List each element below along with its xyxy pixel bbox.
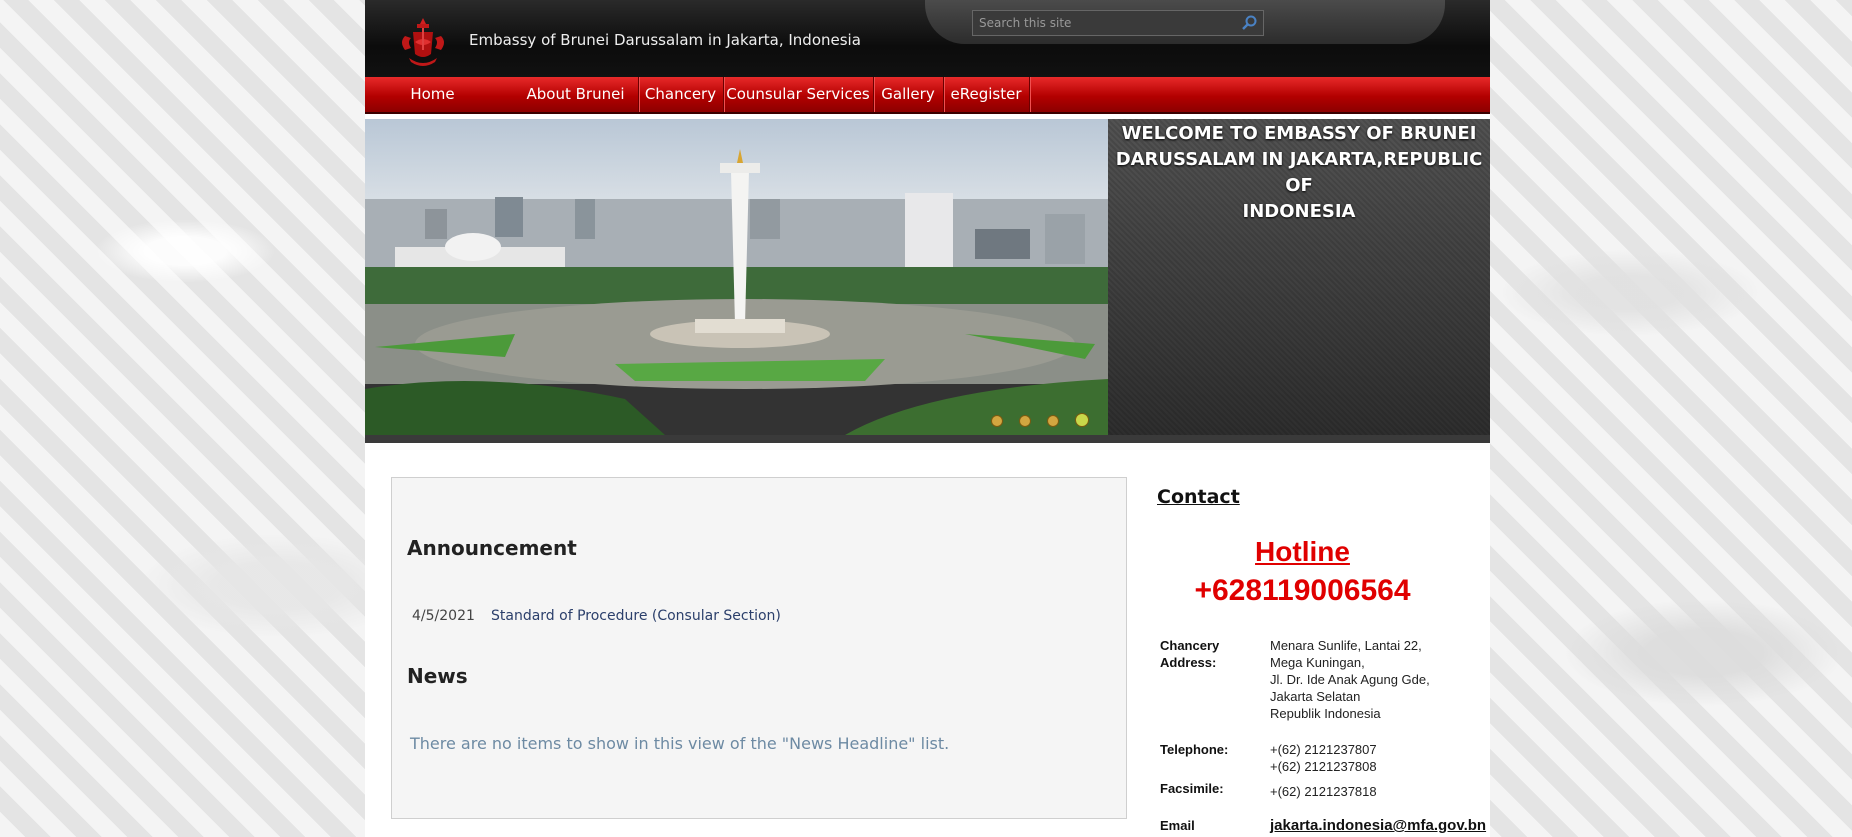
welcome-line-2: DARUSSALAM IN JAKARTA,REPUBLIC OF (1115, 149, 1483, 196)
address-label-line-2: Address: (1160, 655, 1217, 670)
address-line-3: Jl. Dr. Ide Anak Agung Gde, (1270, 672, 1430, 687)
address-label: Chancery Address: (1160, 637, 1219, 671)
site-title: Embassy of Brunei Darussalam in Jakarta,… (469, 31, 861, 49)
page: Embassy of Brunei Darussalam in Jakarta,… (365, 0, 1490, 837)
slide-dot-1[interactable] (991, 415, 1003, 427)
facsimile-value: +(62) 2121237818 (1270, 784, 1377, 799)
address-line-5: Republik Indonesia (1270, 706, 1381, 721)
nav-gallery[interactable]: Gallery (873, 77, 944, 112)
welcome-title: WELCOME TO EMBASSY OF BRUNEI DARUSSALAM … (1108, 121, 1490, 225)
address-line-2: Mega Kuningan, (1270, 655, 1365, 670)
slider-dots (991, 412, 1105, 431)
welcome-line-3: INDONESIA (1242, 201, 1356, 222)
search-input[interactable] (973, 11, 1236, 35)
hotline-label: Hotline (1255, 536, 1350, 567)
address-line-4: Jakarta Selatan (1270, 689, 1361, 704)
telephone-1: +(62) 2121237807 (1270, 742, 1377, 757)
welcome-line-1: WELCOME TO EMBASSY OF BRUNEI (1121, 123, 1477, 144)
email-link[interactable]: jakarta.indonesia@mfa.gov.bn (1270, 817, 1486, 834)
news-empty-message: There are no items to show in this view … (410, 734, 950, 753)
facsimile-label: Facsimile: (1160, 781, 1224, 796)
slide-dot-4[interactable] (1075, 413, 1089, 427)
news-heading: News (407, 664, 468, 688)
jakarta-monument-photo[interactable] (365, 119, 1108, 435)
address-label-line-1: Chancery (1160, 638, 1220, 653)
nav-eregister[interactable]: eRegister (943, 77, 1030, 112)
address-value: Menara Sunlife, Lantai 22, Mega Kuningan… (1270, 637, 1430, 722)
nav-about-brunei[interactable]: About Brunei (513, 77, 639, 112)
main-nav: Home About Brunei Chancery Counsular Ser… (365, 77, 1490, 114)
address-line-1: Menara Sunlife, Lantai 22, (1270, 638, 1422, 653)
telephone-2: +(62) 2121237808 (1270, 759, 1377, 774)
welcome-panel: WELCOME TO EMBASSY OF BRUNEI DARUSSALAM … (1108, 119, 1490, 435)
slide-dot-3[interactable] (1047, 415, 1059, 427)
banner-bottom-bar (365, 435, 1490, 443)
contact-heading: Contact (1157, 486, 1240, 508)
site-header: Embassy of Brunei Darussalam in Jakarta,… (365, 0, 1490, 77)
search-icon[interactable] (1241, 14, 1259, 32)
announcement-date: 4/5/2021 (412, 608, 475, 624)
telephone-value: +(62) 2121237807 +(62) 2121237808 (1270, 741, 1377, 775)
email-label: Email (1160, 818, 1195, 833)
nav-counsular-services[interactable]: Counsular Services (723, 77, 874, 112)
announcement-link[interactable]: Standard of Procedure (Consular Section) (491, 608, 781, 624)
announcement-heading: Announcement (407, 536, 577, 560)
nav-home[interactable]: Home (365, 77, 500, 112)
nav-chancery[interactable]: Chancery (638, 77, 724, 112)
banner-slider: WELCOME TO EMBASSY OF BRUNEI DARUSSALAM … (365, 119, 1490, 443)
announcement-panel: Announcement 4/5/2021 Standard of Proced… (391, 477, 1127, 819)
slide-dot-2[interactable] (1019, 415, 1031, 427)
brunei-crest-logo[interactable] (395, 14, 451, 70)
search-box (972, 10, 1264, 36)
telephone-label: Telephone: (1160, 742, 1229, 757)
hotline-number: +628119006564 (1194, 574, 1411, 607)
